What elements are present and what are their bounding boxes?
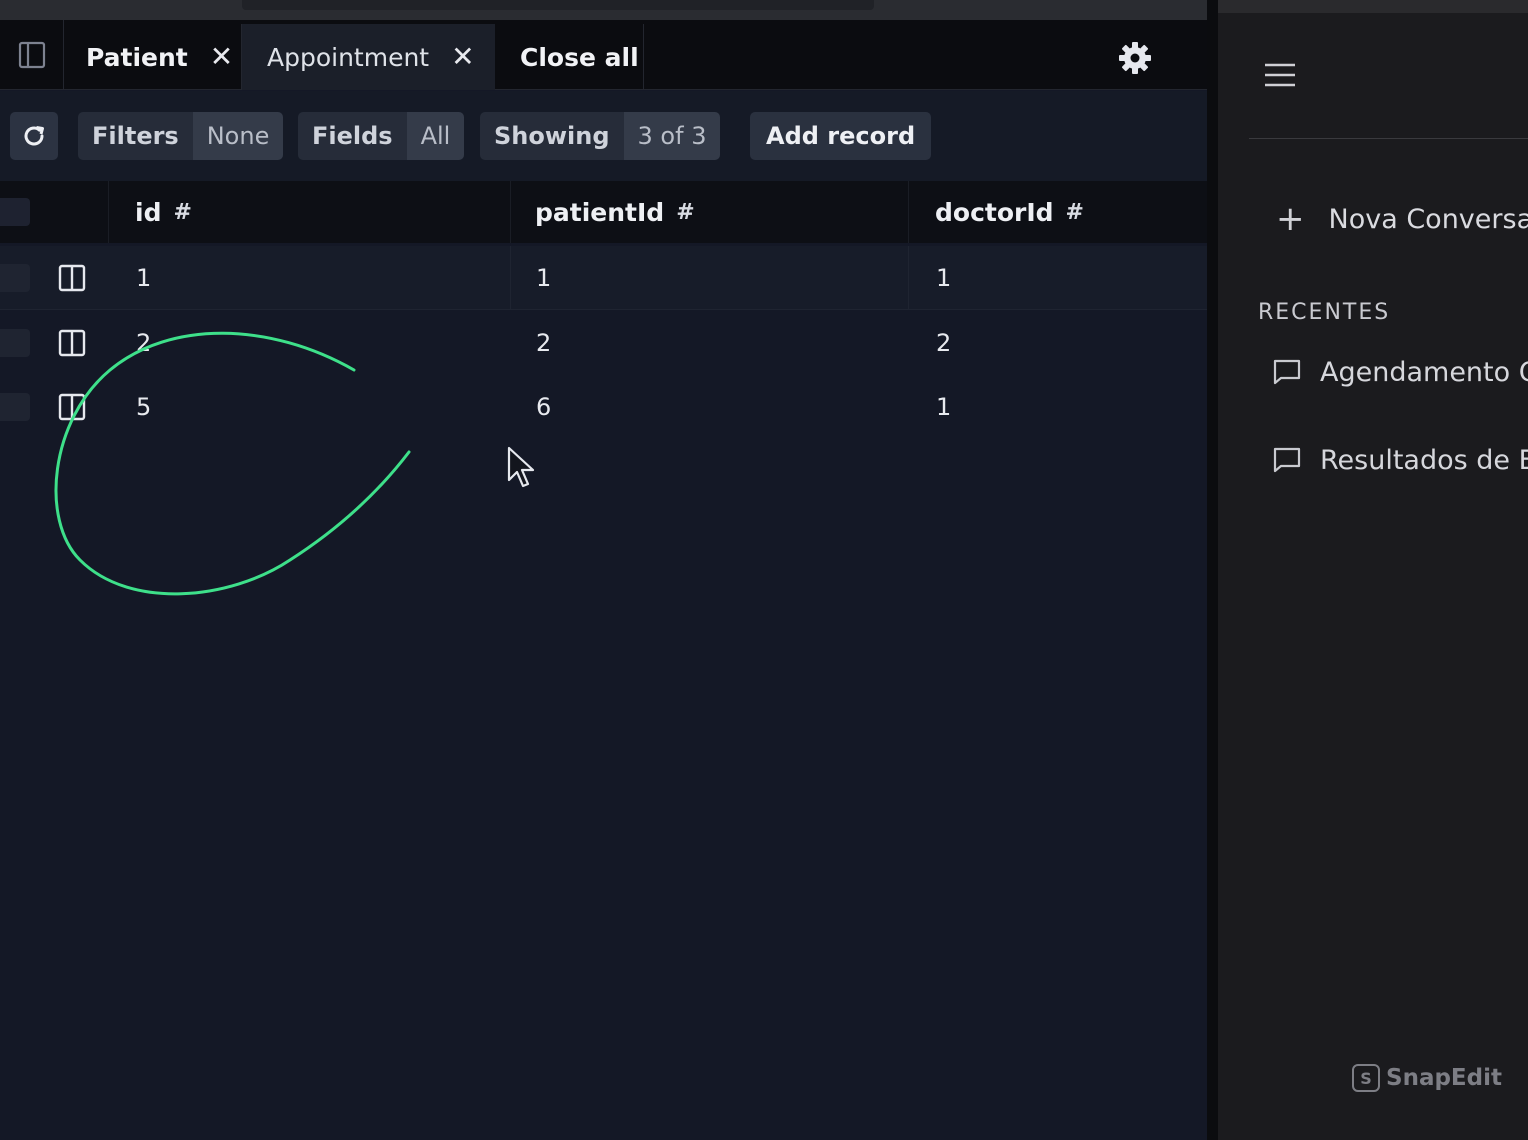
expand-row-icon[interactable] [58, 393, 86, 421]
number-type-icon: # [676, 199, 695, 225]
window-top-strip-handle [242, 0, 874, 10]
cell-doctorid[interactable]: 1 [936, 375, 951, 439]
new-chat-button[interactable]: + Nova Conversa [1276, 196, 1528, 242]
column-label: id [135, 197, 162, 227]
tab-patient[interactable]: Patient ✕ [64, 24, 242, 90]
column-divider [908, 246, 909, 310]
table-row[interactable]: 1 1 1 [0, 246, 1207, 310]
column-header-doctorid[interactable]: doctorId # [908, 181, 1207, 243]
mouse-cursor-icon [507, 446, 535, 488]
fields-label: Fields [298, 112, 407, 160]
close-all-button[interactable]: Close all [496, 24, 644, 90]
new-chat-label: Nova Conversa [1328, 203, 1528, 235]
cell-id[interactable]: 1 [136, 246, 151, 310]
row-checkbox[interactable] [0, 329, 30, 357]
column-header-patientid[interactable]: patientId # [510, 181, 908, 243]
recent-chat-item[interactable]: Resultados de E [1272, 438, 1528, 482]
filters-button[interactable]: Filters None [78, 112, 284, 160]
tab-bar: Patient ✕ Appointment ✕ Close all [0, 20, 1207, 90]
recent-chat-label: Resultados de E [1320, 444, 1528, 476]
snapedit-watermark: S SnapEdit [1352, 1064, 1502, 1092]
select-all-checkbox[interactable] [0, 198, 30, 226]
menu-icon[interactable] [1264, 62, 1296, 88]
cell-id[interactable]: 5 [136, 375, 151, 439]
table-row[interactable]: 5 6 1 [0, 375, 1207, 439]
cell-doctorid[interactable]: 1 [936, 246, 951, 310]
expand-row-icon[interactable] [58, 264, 86, 292]
add-record-button[interactable]: Add record [750, 112, 932, 160]
chat-bubble-icon [1273, 447, 1301, 473]
recent-heading: RECENTES [1258, 300, 1391, 325]
filters-value: None [192, 112, 284, 160]
snapedit-logo-icon: S [1352, 1064, 1380, 1092]
toolbar: Filters None Fields All Showing 3 of 3 A… [0, 91, 1207, 181]
chat-bubble-icon [1273, 359, 1301, 385]
tab-appointment[interactable]: Appointment ✕ [242, 24, 495, 90]
showing-value: 3 of 3 [623, 112, 721, 160]
cell-patientid[interactable]: 6 [536, 375, 551, 439]
cell-id[interactable]: 2 [136, 311, 151, 375]
number-type-icon: # [1065, 199, 1084, 225]
showing-button[interactable]: Showing 3 of 3 [480, 112, 721, 160]
sidebar-toggle-button[interactable] [0, 20, 64, 90]
expand-row-icon[interactable] [58, 329, 86, 357]
row-checkbox[interactable] [0, 393, 30, 421]
recent-chat-label: Agendamento C [1320, 356, 1528, 388]
watermark-label: SnapEdit [1386, 1065, 1502, 1091]
sidebar-divider [1249, 138, 1528, 139]
fields-value: All [406, 112, 465, 160]
close-icon[interactable]: ✕ [451, 43, 474, 71]
pane-divider[interactable] [1207, 0, 1218, 1140]
column-label: doctorId [935, 197, 1054, 227]
tab-label: Appointment [267, 42, 430, 72]
table-viewer: Patient ✕ Appointment ✕ Close all Filter… [0, 0, 1207, 1140]
showing-label: Showing [480, 112, 624, 160]
close-icon[interactable]: ✕ [210, 43, 233, 71]
column-divider [510, 246, 511, 310]
table-row[interactable]: 2 2 2 [0, 311, 1207, 375]
number-type-icon: # [173, 199, 192, 225]
refresh-button[interactable] [10, 112, 58, 160]
recent-chat-item[interactable]: Agendamento C [1272, 350, 1528, 394]
table-header: id # patientId # doctorId # [0, 181, 1207, 243]
fields-button[interactable]: Fields All [298, 112, 465, 160]
tab-label: Patient [86, 42, 188, 72]
column-header-id[interactable]: id # [108, 181, 510, 243]
plus-icon: + [1276, 199, 1305, 239]
close-all-label: Close all [520, 42, 639, 72]
gear-icon[interactable] [1117, 40, 1153, 76]
panel-toggle-icon [18, 41, 45, 69]
refresh-icon [24, 126, 44, 146]
cell-patientid[interactable]: 1 [536, 246, 551, 310]
cell-doctorid[interactable]: 2 [936, 311, 951, 375]
sidebar-top-strip [1218, 0, 1528, 13]
window-top-strip [0, 0, 1207, 20]
chat-sidebar: + Nova Conversa RECENTES Agendamento C R… [1218, 0, 1528, 1140]
cell-patientid[interactable]: 2 [536, 311, 551, 375]
column-label: patientId [535, 197, 665, 227]
filters-label: Filters [78, 112, 193, 160]
row-checkbox[interactable] [0, 264, 30, 292]
